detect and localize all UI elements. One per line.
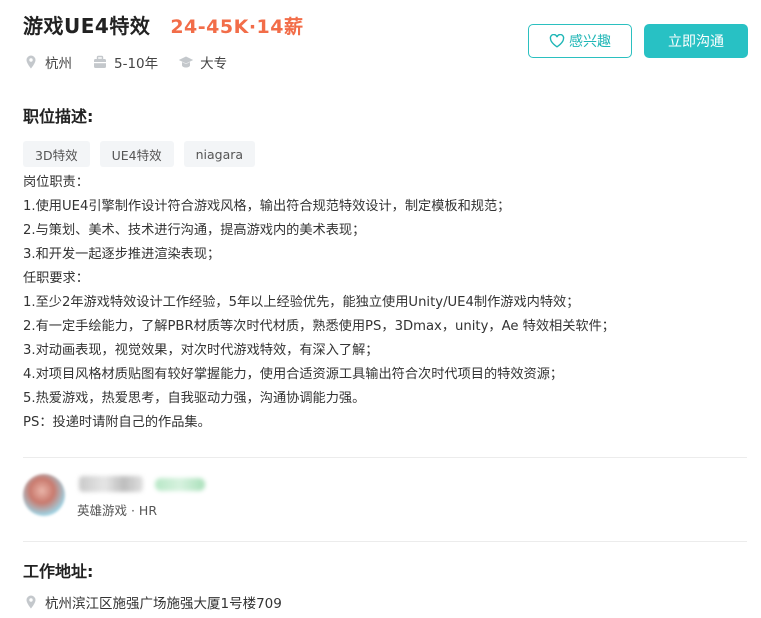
experience-text: 5-10年: [114, 56, 159, 72]
salary: 24-45K·14薪: [170, 16, 304, 38]
chat-now-button[interactable]: 立即沟通: [644, 24, 748, 58]
address-row[interactable]: 杭州滨江区施强广场施强大厦1号楼709: [23, 592, 282, 612]
description-line: 5.热爱游戏，热爱思考，自我驱动力强，沟通协调能力强。: [23, 391, 366, 406]
description-line: 2.有一定手绘能力，了解PBR材质等次时代材质，熟悉使用PS，3Dmax，uni…: [23, 319, 615, 334]
job-title: 游戏UE4特效: [23, 14, 151, 38]
recruiter-status-badge-blurred: [155, 478, 205, 491]
recruiter-company-role: 英雄游戏 · HR: [77, 503, 158, 518]
description-line: 3.和开发一起逐步推进渲染表现；: [23, 247, 221, 262]
skill-tag: UE4特效: [99, 141, 174, 167]
divider: [23, 457, 747, 458]
heart-icon: [549, 34, 565, 48]
education-meta: 大专: [178, 52, 227, 72]
description-line: 2.与策划、美术、技术进行沟通，提高游戏内的美术表现；: [23, 223, 366, 238]
description-line: 1.至少2年游戏特效设计工作经验，5年以上经验优先，能独立使用Unity/UE4…: [23, 295, 580, 310]
skill-tags: 3D特效 UE4特效 niagara: [23, 141, 265, 167]
interest-button[interactable]: 感兴趣: [528, 24, 632, 58]
description-line: 3.对动画表现，视觉效果，对次时代游戏特效，有深入了解；: [23, 343, 379, 358]
description-line: PS：投递时请附自己的作品集。: [23, 415, 211, 430]
briefcase-icon: [92, 54, 108, 70]
description-title: 职位描述:: [23, 107, 94, 126]
address-text: 杭州滨江区施强广场施强大厦1号楼709: [45, 596, 282, 612]
description-line: 岗位职责：: [23, 175, 89, 190]
avatar[interactable]: [23, 474, 65, 516]
description-text: 岗位职责： 1.使用UE4引擎制作设计符合游戏风格，输出符合规范特效设计，制定模…: [23, 171, 743, 435]
description-line: 任职要求：: [23, 271, 89, 286]
location-pin-icon: [23, 54, 39, 70]
title-row: 游戏UE4特效 24-45K·14薪: [23, 10, 303, 39]
description-line: 1.使用UE4引擎制作设计符合游戏风格，输出符合规范特效设计，制定模板和规范；: [23, 199, 511, 214]
recruiter-name-blurred: [79, 476, 143, 492]
address-title: 工作地址:: [23, 562, 94, 581]
location-pin-icon: [23, 594, 39, 610]
experience-meta: 5-10年: [92, 52, 158, 72]
description-line: 4.对项目风格材质贴图有较好掌握能力，使用合适资源工具输出符合次时代项目的特效资…: [23, 367, 564, 382]
job-header: 游戏UE4特效 24-45K·14薪 杭州 5-10年 大专 感兴趣 立即沟通: [23, 0, 748, 80]
job-meta: 杭州 5-10年 大专: [23, 52, 247, 72]
location-meta: 杭州: [23, 52, 72, 72]
graduation-cap-icon: [178, 54, 194, 70]
education-text: 大专: [200, 56, 228, 72]
divider: [23, 541, 747, 542]
skill-tag: niagara: [183, 141, 256, 167]
job-detail-page: 游戏UE4特效 24-45K·14薪 杭州 5-10年 大专 感兴趣 立即沟通 …: [0, 0, 761, 618]
interest-label: 感兴趣: [569, 34, 611, 50]
skill-tag: 3D特效: [23, 141, 90, 167]
recruiter-card[interactable]: 英雄游戏 · HR: [23, 472, 423, 522]
location-text: 杭州: [45, 56, 72, 72]
